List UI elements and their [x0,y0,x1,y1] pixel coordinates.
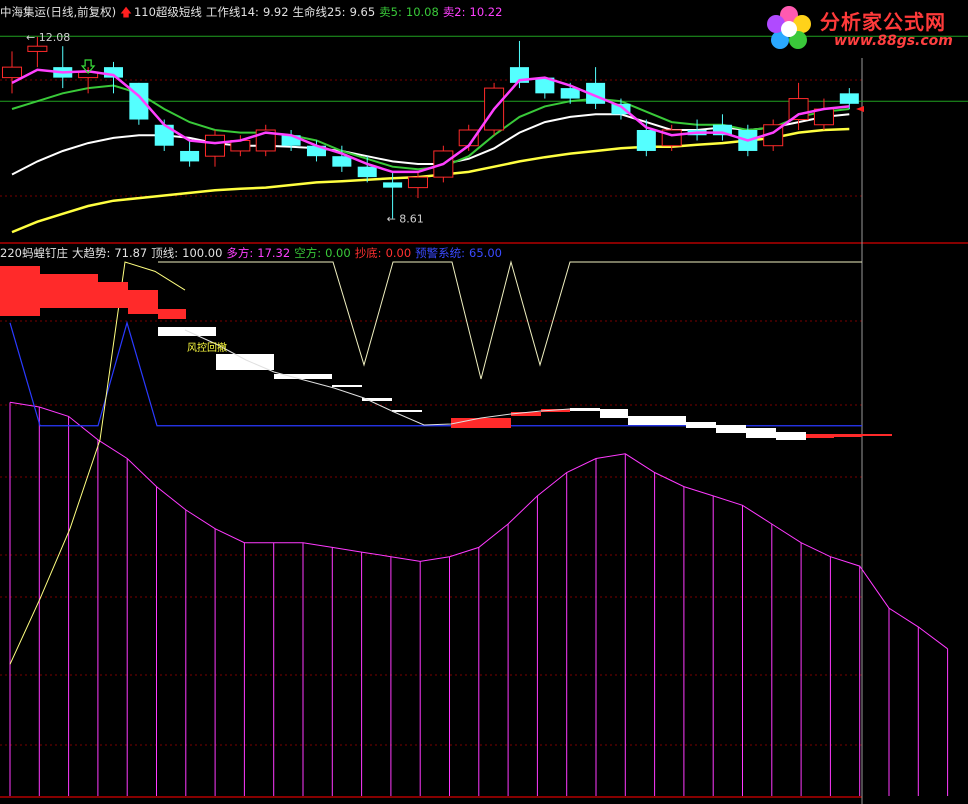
candle-body [357,166,377,178]
candle [813,98,834,130]
stage-label: 风控回撤 [187,341,227,354]
site-logo: 分析家公式网 www.88gs.com [762,2,962,56]
candle [586,67,606,110]
indicator-name: 110超级短线 [133,5,202,19]
current-price-marker-icon [856,106,864,113]
candle [712,114,732,141]
short-label: 空方: [294,246,322,260]
trend-step-block [332,385,362,387]
price-panel: ← 12.08 ← 8.61 [0,31,968,234]
sell5-value: 10.08 [405,5,439,19]
alert-system-line [9,320,862,427]
indicator-title: 220蚂蝗钉庄 [0,246,68,260]
trend-step-block [776,432,806,440]
candle-body [27,45,48,52]
sell2-value: 10.22 [469,5,503,19]
candle-body [129,82,149,120]
trend-step-block [746,428,776,438]
candle [1,51,23,94]
candle-body [180,150,200,162]
candle-body [1,66,23,79]
up-arrow-icon: 🡅 [120,5,132,19]
trend-step-block [158,309,186,319]
long-value: 17.32 [257,246,291,260]
candle [204,130,226,167]
candle-body [788,98,809,121]
price-panel-header: 中海集运(日线,前复权) 🡅 110超级短线 工作线14: 9.92 生命线25: 9.65… [0,4,506,20]
trend-step-block [128,290,158,314]
candle [687,119,707,141]
alert-system-value: 65.00 [469,246,502,260]
trend-step-block [392,410,422,412]
candle-body [332,156,352,167]
sell2-label: 卖2: [442,5,466,19]
trend-step-block [716,425,746,433]
low-price-label: ← 8.61 [387,213,424,226]
alert-system-label: 预警系统: [415,246,466,260]
trend-step-block [600,409,628,418]
trend-value: 71.87 [114,246,148,260]
candle-body [560,88,580,99]
short-value: 0.00 [325,246,351,260]
indicator-panel: 风控回撤 [0,260,949,796]
candle [255,124,276,157]
trend-step-block [0,266,40,316]
logo-url: www.88gs.com [834,33,953,49]
bottom-fishing-value: 0.00 [385,246,412,260]
bottom-fishing-label: 抄底: [354,246,382,260]
trend-line-lower [184,329,571,426]
trend-step-block [834,434,862,437]
trend-step-block [451,418,511,428]
indicator-panel-header: 220蚂蝗钉庄 大趋势: 71.87 顶线: 100.00 多方: 17.32 空方: 0.00… [0,245,506,261]
work-line-label: 工作线14: [205,5,259,19]
long-label: 多方: [226,246,254,260]
top-line-label: 顶线: [151,246,179,260]
trend-label: 大趋势: [71,246,111,260]
candle [180,140,200,167]
trend-step-block [862,434,892,436]
white-average-line [11,113,850,176]
yellow-average-line [11,127,850,234]
work-line-value: 9.92 [262,5,289,19]
candle-body [383,182,403,188]
candle [103,61,124,94]
life-line-label: 生命线25: [292,5,346,19]
logo-title: 分析家公式网 [820,10,946,34]
trend-step-block [40,274,98,308]
trend-step-block [98,282,128,308]
flower-logo-icon [767,6,811,49]
candle [53,46,73,89]
trend-step-block [686,422,716,428]
candle-body [204,134,226,157]
trend-step-block [158,327,216,336]
candle-body [407,176,428,189]
life-line-value: 9.65 [349,5,376,19]
sell5-label: 卖5: [379,5,402,19]
trend-step-block [216,354,274,370]
candle-body [636,130,656,151]
high-price-label: ← 12.08 [26,31,70,44]
trend-step-block [806,434,834,438]
stock-title: 中海集运(日线,前复权) [0,5,117,19]
trend-step-block [628,416,686,425]
chart-canvas: ← 12.08 ← 8.61 风控回撤 [0,31,968,804]
trend-step-block [570,408,600,411]
candle-body [839,93,859,104]
top-line-value: 100.00 [182,246,223,260]
